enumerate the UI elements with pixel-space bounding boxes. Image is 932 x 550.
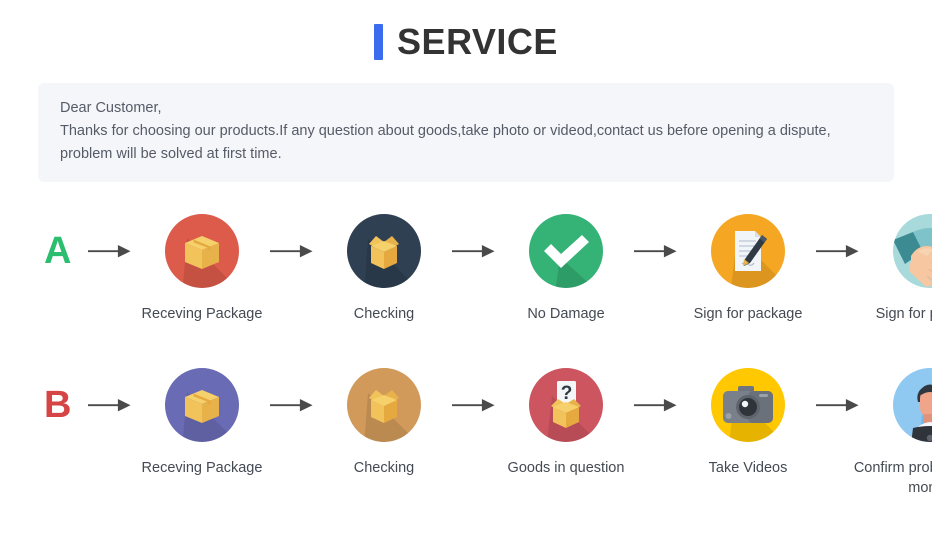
arrow-right-icon — [634, 358, 680, 452]
arrow-right-icon — [270, 358, 316, 452]
open-box-icon — [345, 366, 423, 444]
check-mark-icon — [527, 212, 605, 290]
page-title: SERVICE — [397, 21, 558, 62]
flow-step: Checking — [316, 204, 452, 324]
arrow-right-icon — [816, 204, 862, 298]
flow-step-label: Checking — [353, 306, 415, 322]
flow-step-label: Goods in question — [507, 460, 625, 476]
flow-step: Receving Package — [134, 358, 270, 478]
flow-step: Receving Package — [134, 204, 270, 324]
flow-row-b: B Receving Package Checking ? Goods in q… — [0, 358, 932, 498]
flow-step-label: Take Videos — [708, 460, 788, 476]
flow-step-label: Sign for package — [875, 306, 932, 322]
svg-text:?: ? — [561, 383, 573, 404]
flow-step-label: No Damage — [527, 306, 605, 322]
flow-step: ? Goods in question — [498, 358, 634, 478]
flow-step-label: Checking — [353, 460, 415, 476]
arrow-right-icon — [452, 204, 498, 298]
arrow-right-icon — [88, 204, 134, 298]
person-agent-icon — [891, 366, 932, 444]
flow-step: No Damage — [498, 204, 634, 324]
flow-row-b-letter: B — [44, 384, 72, 426]
package-box-icon — [163, 212, 241, 290]
flow-row-a: A Receving Package Checking No Damage Si… — [0, 204, 932, 324]
flow-step-label: Receving Package — [141, 306, 263, 322]
page-header: SERVICE — [0, 0, 932, 62]
open-box-icon — [345, 212, 423, 290]
flow-step-label: Confirm problem,refund money — [853, 460, 932, 496]
flow-step: Confirm problem,refund money — [854, 358, 932, 498]
arrow-right-icon — [634, 204, 680, 298]
title-accent-bar — [374, 24, 384, 60]
flow-step: Sign for package — [862, 204, 932, 324]
camera-icon — [709, 366, 787, 444]
package-box-icon — [163, 366, 241, 444]
notice-line-1: Dear Customer, — [60, 100, 162, 116]
arrow-right-icon — [270, 204, 316, 298]
flow-step: Take Videos — [680, 358, 816, 478]
flow-step: Checking — [316, 358, 452, 478]
question-box-icon: ? — [527, 366, 605, 444]
customer-notice-box: Dear Customer, Thanks for choosing our p… — [38, 83, 894, 182]
arrow-right-icon — [816, 358, 862, 452]
handshake-icon — [891, 212, 932, 290]
flow-step: Sign for package — [680, 204, 816, 324]
flow-step-label: Receving Package — [141, 460, 263, 476]
document-pen-icon — [709, 212, 787, 290]
flow-step-label: Sign for package — [693, 306, 803, 322]
notice-line-3: problem will be solved at first time. — [60, 146, 282, 162]
flow-row-a-letter: A — [44, 230, 72, 272]
arrow-right-icon — [452, 358, 498, 452]
arrow-right-icon — [88, 358, 134, 452]
notice-line-2: Thanks for choosing our products.If any … — [60, 123, 831, 139]
